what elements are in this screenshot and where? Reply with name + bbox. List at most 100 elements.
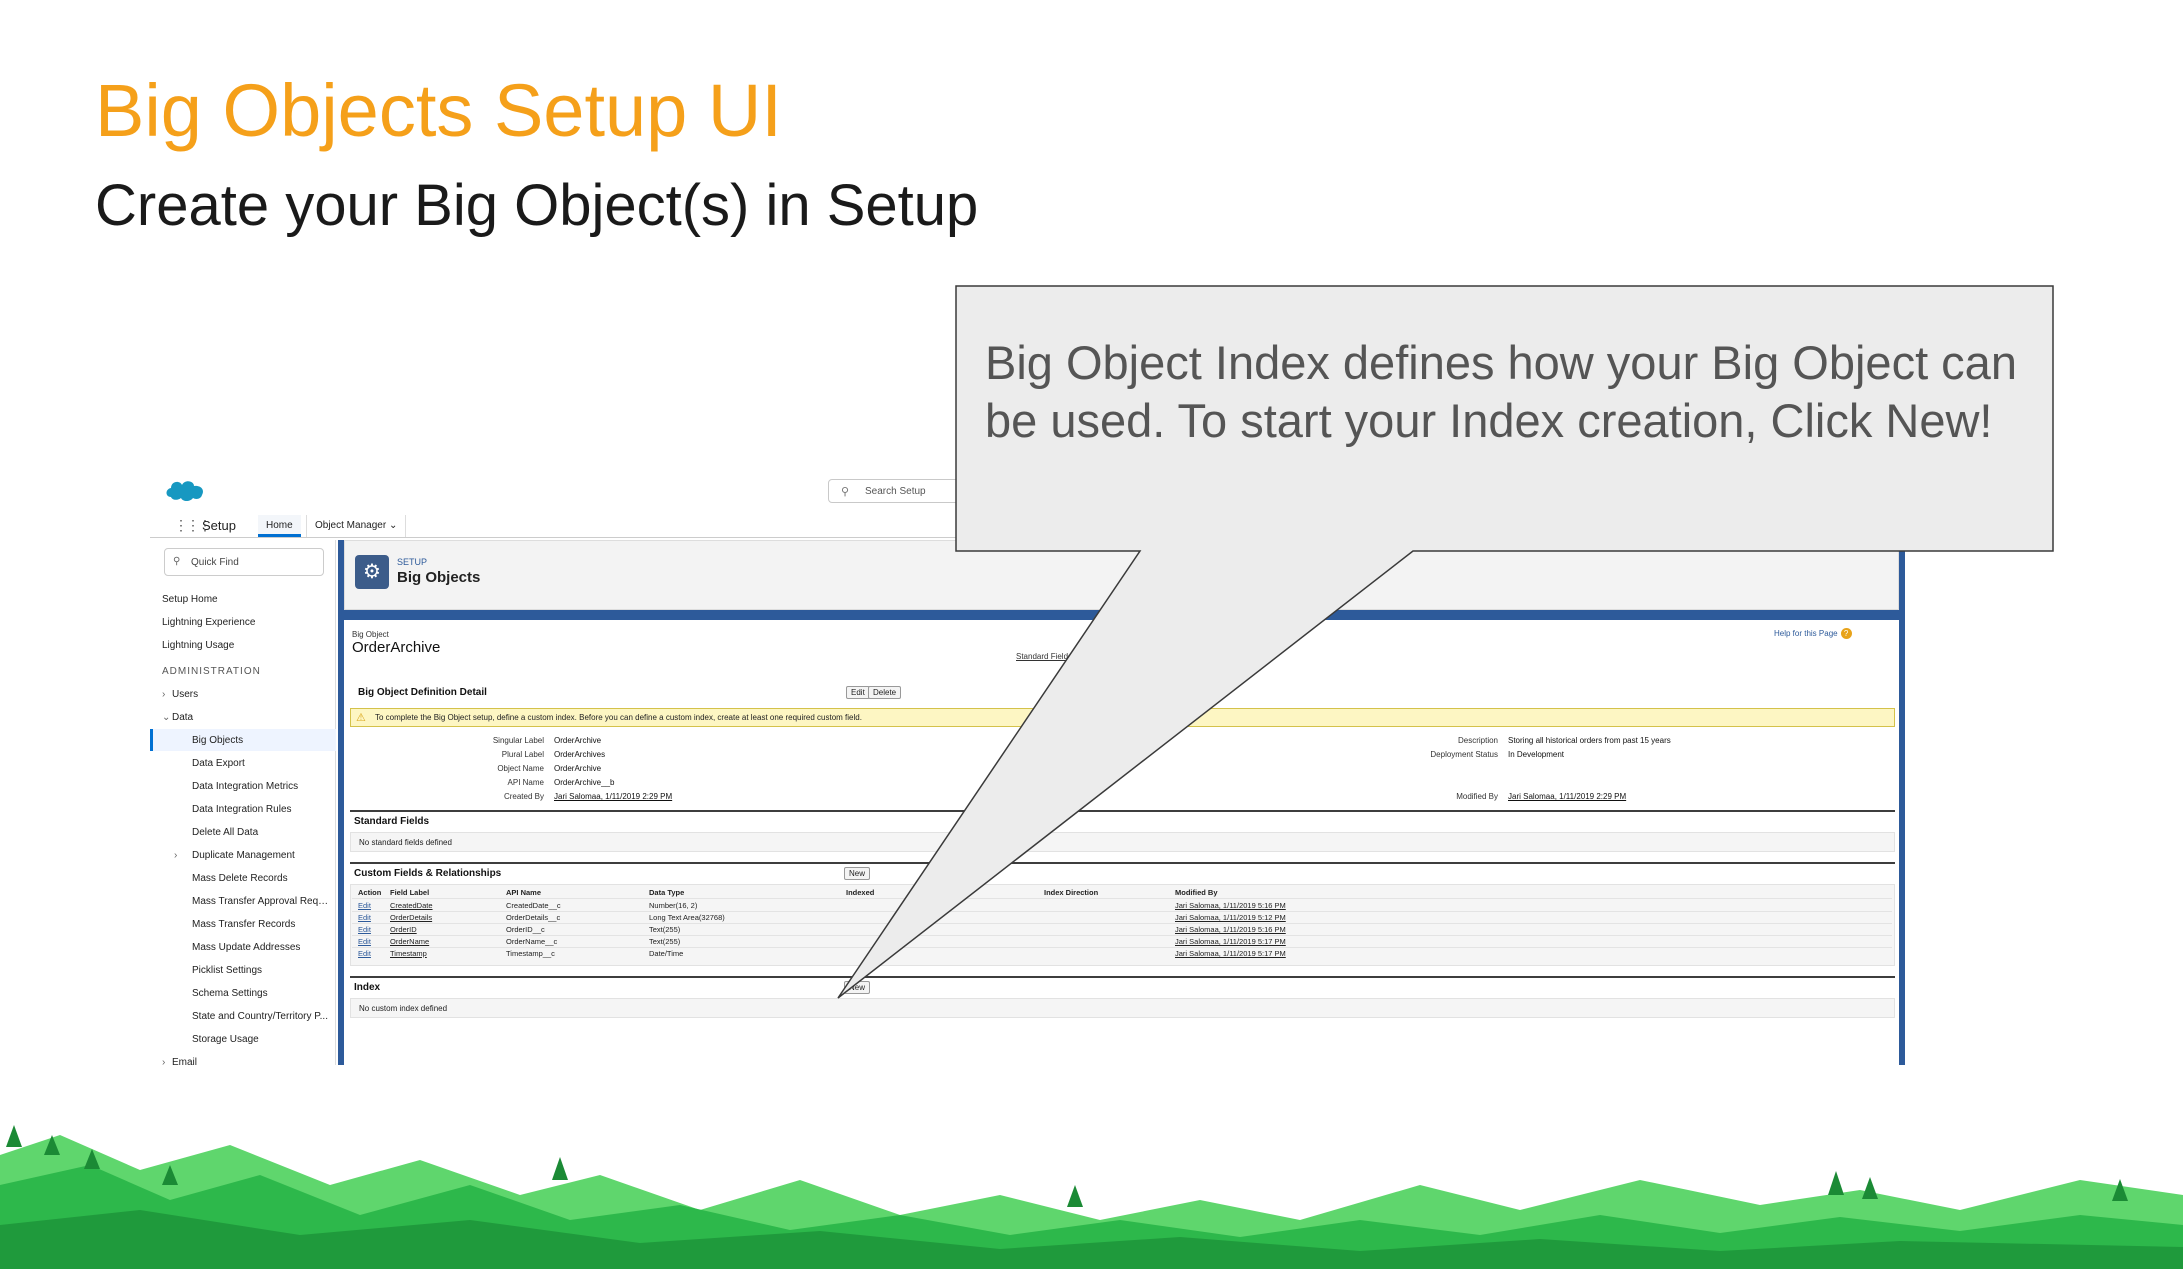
chevron-right-icon: › [162,1057,166,1065]
chevron-down-icon: ⌄ [162,712,171,723]
modified-by[interactable]: Jari Salomaa, 1/11/2019 5:17 PM [1175,937,1286,946]
sidebar-item-data-label: Data [172,712,194,723]
row-divider [352,935,1892,936]
field-label-link[interactable]: OrderDetails [390,913,432,922]
slide-subtitle: Create your Big Object(s) in Setup [95,173,979,238]
tab-object-manager[interactable]: Object Manager ⌄ [306,515,407,537]
field-label-link[interactable]: OrderName [390,937,429,946]
page-eyebrow: SETUP [397,557,428,567]
field-label-link[interactable]: OrderID [390,925,417,934]
sidebar-item-users-label: Users [172,689,199,700]
created-by-value[interactable]: Jari Salomaa, 1/11/2019 2:29 PM [554,792,672,801]
edit-button[interactable]: Edit [846,686,870,699]
field-label-link[interactable]: Timestamp [390,949,427,958]
sidebar-item-duplicate-management[interactable]: › Duplicate Management [174,850,295,861]
row-edit-link[interactable]: Edit [358,901,371,910]
search-setup-input[interactable]: ⚲ Search Setup [828,479,1068,503]
page-title: Big Objects [397,569,481,586]
column-header: Field Label [390,888,430,897]
api-name: Timestamp__c [506,949,555,958]
field-value: OrderArchive__b [554,778,615,787]
column-header: Index Position [920,888,972,897]
field-value: OrderArchive [554,764,602,773]
field-label: Deployment Status [1430,750,1498,759]
data-type: Text(255) [649,937,681,946]
search-placeholder: Search Setup [865,486,926,497]
sidebar-item-lightning-experience[interactable]: Lightning Experience [162,617,255,628]
section-divider [350,862,1895,864]
index-new-button[interactable]: New [844,981,871,994]
modified-by[interactable]: Jari Salomaa, 1/11/2019 5:16 PM [1175,925,1286,934]
setup-sidebar: ⚲ Quick Find Setup Home Lightning Experi… [150,540,336,1065]
sidebar-item-schema-settings[interactable]: Schema Settings [192,988,332,999]
sidebar-item-mass-delete-records[interactable]: Mass Delete Records [192,873,332,884]
sidebar-item-mass-transfer-approval[interactable]: Mass Transfer Approval Requ... [192,896,332,907]
sidebar-item-data-export[interactable]: Data Export [192,758,332,769]
warning-banner: ⚠ To complete the Big Object setup, defi… [350,708,1895,727]
sidebar-item-mass-update-addresses[interactable]: Mass Update Addresses [192,942,332,953]
sidebar-heading-administration: ADMINISTRATION [162,666,261,677]
sidebar-item-picklist-settings[interactable]: Picklist Settings [192,965,332,976]
quick-find-input[interactable]: ⚲ Quick Find [164,548,324,576]
custom-fields-new-button[interactable]: New [844,867,871,880]
standard-fields-box: No standard fields defined [350,832,1895,852]
row-edit-link[interactable]: Edit [358,925,371,934]
sidebar-item-data[interactable]: ⌄ Data [162,712,193,723]
sidebar-item-big-objects[interactable]: Big Objects [192,735,332,746]
column-header: Index Direction [1044,888,1099,897]
modified-by-value[interactable]: Jari Salomaa, 1/11/2019 2:29 PM [1508,792,1626,801]
row-edit-link[interactable]: Edit [358,913,371,922]
api-name: OrderName__c [506,937,558,946]
sidebar-item-setup-home[interactable]: Setup Home [162,594,218,605]
field-value: OrderArchives [554,750,606,759]
sidebar-item-data-integration-rules[interactable]: Data Integration Rules [192,804,332,815]
modified-by[interactable]: Jari Salomaa, 1/11/2019 5:17 PM [1175,949,1286,958]
sidebar-item-users[interactable]: › Users [162,689,198,700]
help-link-label: Help for this Page [1774,629,1838,638]
help-link[interactable]: Help for this Page? [1774,628,1852,639]
sidebar-item-delete-all-data[interactable]: Delete All Data [192,827,332,838]
definition-detail-title: Big Object Definition Detail [358,687,487,698]
setup-screenshot: ⚲ Search Setup ⋮⋮⋮ Setup Home Object Man… [150,470,1905,1065]
detail-panel: Big Object OrderArchive Help for this Pa… [344,620,1899,1065]
field-value: Storing all historical orders from past … [1508,736,1671,745]
help-icon: ? [1840,628,1852,639]
field-label-link[interactable]: CreatedDate [390,901,433,910]
field-label: API Name [507,778,544,787]
sidebar-item-email[interactable]: › Email [162,1057,197,1065]
row-edit-link[interactable]: Edit [358,937,371,946]
tab-object-manager-label: Object Manager [315,520,387,531]
sidebar-item-lightning-usage[interactable]: Lightning Usage [162,640,234,651]
sidebar-item-mass-transfer-records[interactable]: Mass Transfer Records [192,919,332,930]
column-header: Action [358,888,382,897]
search-icon: ⚲ [173,556,181,567]
field-label: Created By [503,792,544,801]
chevron-right-icon: › [174,850,178,861]
sidebar-item-data-integration-metrics[interactable]: Data Integration Metrics [192,781,332,792]
row-divider [352,911,1892,912]
column-header: Data Type [649,888,685,897]
sidebar-item-duplicate-management-label: Duplicate Management [192,850,295,861]
sidebar-item-state-country[interactable]: State and Country/Territory P... [192,1011,332,1022]
field-value: In Development [1508,750,1565,759]
tab-home[interactable]: Home [258,515,301,537]
salesforce-cloud-icon [166,481,204,501]
row-edit-link[interactable]: Edit [358,949,371,958]
field-value: OrderArchive [554,736,602,745]
nav-bar: ⋮⋮⋮ Setup Home Object Manager ⌄ [150,512,1905,538]
search-icon: ⚲ [841,486,850,498]
standard-fields-link[interactable]: Standard Fields [0] [1016,652,1083,661]
delete-button[interactable]: Delete [868,686,902,699]
standard-fields-title: Standard Fields [354,816,430,827]
index-empty: No custom index defined [359,1004,448,1013]
modified-by[interactable]: Jari Salomaa, 1/11/2019 5:16 PM [1175,901,1286,910]
object-type-label: Big Object [352,630,389,639]
column-header: API Name [506,888,542,897]
data-type: Date/Time [649,949,684,958]
index-box: No custom index defined [350,998,1895,1018]
row-divider [352,898,1892,899]
slide-title: Big Objects Setup UI [95,69,782,152]
custom-fields-table [350,884,1895,966]
sidebar-item-storage-usage[interactable]: Storage Usage [192,1034,332,1045]
modified-by[interactable]: Jari Salomaa, 1/11/2019 5:12 PM [1175,913,1286,922]
